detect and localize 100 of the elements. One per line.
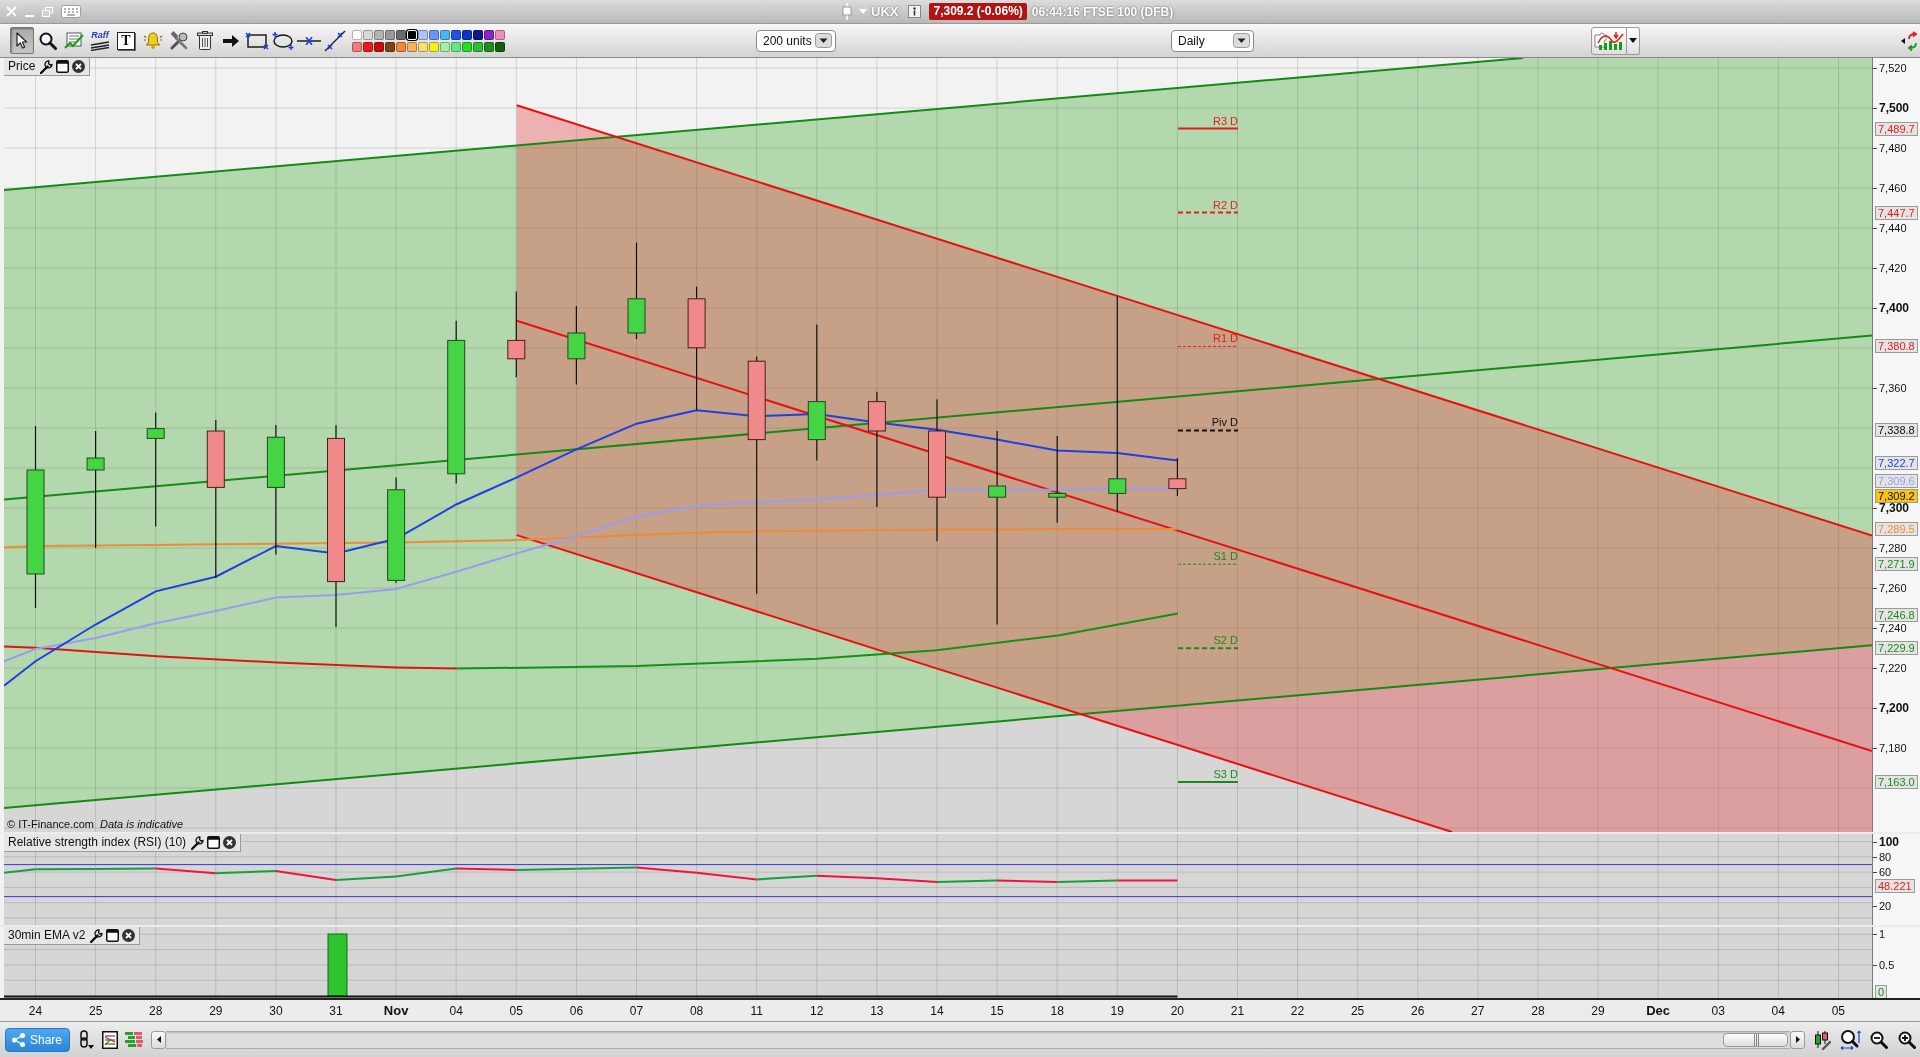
date-label: 28	[1531, 1003, 1545, 1018]
pivot-line	[1177, 127, 1239, 130]
caret-right-icon[interactable]	[1795, 1036, 1800, 1043]
zoom-in-icon[interactable]	[1898, 1030, 1916, 1049]
horizontal-line-icon[interactable]	[297, 36, 321, 45]
stacked-bars-icon[interactable]	[125, 1031, 143, 1048]
date-label: 22	[1290, 1003, 1305, 1018]
axis-label: 7,220	[1879, 662, 1907, 674]
price-tag: 7,163.0	[1875, 775, 1918, 789]
keyboard-icon[interactable]	[61, 5, 81, 18]
color-swatch-icon[interactable]	[429, 41, 439, 52]
color-swatch-icon[interactable]	[363, 41, 373, 52]
color-swatch-icon[interactable]	[374, 41, 384, 52]
axis-label: 7,500	[1879, 102, 1910, 114]
date-label: 13	[870, 1003, 884, 1018]
color-swatch-icon[interactable]	[484, 41, 494, 52]
date-label: 11	[750, 1003, 763, 1018]
axis-label: 1	[1879, 928, 1886, 941]
caret-icon[interactable]	[815, 33, 832, 48]
units-select[interactable]: 200 units	[756, 29, 836, 52]
wrench-icon[interactable]	[90, 928, 104, 943]
color-swatch-icon[interactable]	[451, 29, 461, 40]
axis-label: 100	[1879, 836, 1900, 848]
swap-arrows-icon[interactable]	[1901, 30, 1918, 51]
color-swatch-icon[interactable]	[418, 41, 428, 52]
price-tag: 7,447.7	[1875, 205, 1918, 220]
color-swatch-icon[interactable]	[352, 29, 362, 40]
zoom-out-icon[interactable]	[1870, 1030, 1888, 1049]
pivot-label: R2 D	[1212, 198, 1238, 211]
close-icon[interactable]	[122, 929, 136, 942]
date-label: 20	[1170, 1003, 1184, 1018]
color-swatch-icon[interactable]	[396, 29, 406, 40]
text-tool-button[interactable]: T	[117, 31, 135, 50]
indicators-menu-button[interactable]	[1627, 26, 1640, 55]
scroll-left-button[interactable]	[151, 1030, 166, 1049]
close-icon[interactable]	[223, 836, 237, 849]
candle-settings-icon[interactable]	[1814, 1029, 1831, 1050]
pointer-icon[interactable]	[16, 32, 28, 49]
axis-label: 80	[1879, 850, 1892, 863]
date-label: 30	[269, 1003, 283, 1018]
date-label: 21	[1230, 1003, 1245, 1018]
period-select[interactable]: Daily	[1171, 29, 1254, 52]
color-swatch-icon[interactable]	[418, 29, 428, 40]
zoom-fit-icon[interactable]	[1840, 1029, 1861, 1050]
scroll-right-button[interactable]	[1790, 1030, 1805, 1049]
axis-label: 7,440	[1879, 222, 1907, 234]
color-swatch-icon[interactable]	[352, 41, 362, 52]
link-dropdown-icon[interactable]	[78, 1029, 94, 1050]
tool-button[interactable]	[10, 27, 34, 54]
axis-label: 7,200	[1879, 702, 1910, 714]
window-icon[interactable]	[106, 929, 120, 942]
color-swatch-icon[interactable]	[385, 41, 395, 52]
color-swatch-icon[interactable]	[363, 29, 373, 40]
pivot-line	[1177, 429, 1239, 432]
axis-label: 7,360	[1879, 382, 1907, 394]
info-icon[interactable]	[908, 5, 922, 18]
axis-label: 7,460	[1879, 182, 1907, 194]
color-swatch-icon[interactable]	[473, 29, 483, 40]
color-swatch-icon[interactable]	[396, 41, 406, 52]
window-icon[interactable]	[207, 836, 221, 849]
axis-label: 7,180	[1879, 742, 1907, 754]
window-icon[interactable]	[56, 60, 70, 73]
wrench-icon[interactable]	[40, 59, 54, 74]
scrollbar-thumb[interactable]	[1723, 1032, 1788, 1047]
color-swatch-icon[interactable]	[407, 41, 417, 52]
parallel-lines-icon[interactable]	[90, 40, 110, 51]
share-icon[interactable]	[12, 1032, 25, 1047]
date-label: 04	[449, 1003, 463, 1018]
caret-left-icon[interactable]	[156, 1036, 161, 1043]
date-label: 26	[1411, 1003, 1425, 1018]
date-label: 15	[990, 1003, 1004, 1018]
color-swatch-icon[interactable]	[429, 29, 439, 40]
tool-button[interactable]: Raff	[88, 27, 112, 54]
month-label: Dec	[1646, 1003, 1670, 1018]
color-swatch-icon[interactable]	[462, 29, 472, 40]
pivot-label: S1 D	[1213, 550, 1238, 563]
arrow-right-icon[interactable]	[223, 34, 239, 47]
color-swatch-icon[interactable]	[462, 41, 472, 52]
pivot-label: S3 D	[1213, 768, 1238, 780]
axis-label: 7,420	[1879, 262, 1907, 274]
color-swatch-icon[interactable]	[495, 29, 505, 40]
checklist-icon[interactable]	[102, 1030, 118, 1049]
wrench-icon[interactable]	[191, 835, 205, 850]
color-swatch-icon[interactable]	[374, 29, 384, 40]
color-swatch-icon[interactable]	[440, 29, 450, 40]
price-tag: 7,229.9	[1875, 641, 1918, 656]
caret-icon[interactable]	[1629, 38, 1637, 43]
color-swatch-icon[interactable]	[451, 41, 461, 52]
value-tag: 0	[1875, 985, 1888, 998]
color-swatch-icon[interactable]	[385, 29, 395, 40]
close-icon[interactable]	[72, 60, 86, 73]
color-swatch-icon[interactable]	[495, 41, 505, 52]
color-swatch-icon[interactable]	[484, 29, 494, 40]
panel-title: Price	[8, 59, 36, 74]
disclaimer-text: Data is indicative	[99, 818, 184, 830]
date-label: 19	[1110, 1003, 1124, 1018]
copyright-text: © IT-Finance.com	[7, 818, 94, 830]
caret-icon[interactable]	[1233, 33, 1250, 48]
color-swatch-icon[interactable]	[473, 41, 483, 52]
color-swatch-icon[interactable]	[440, 41, 450, 52]
